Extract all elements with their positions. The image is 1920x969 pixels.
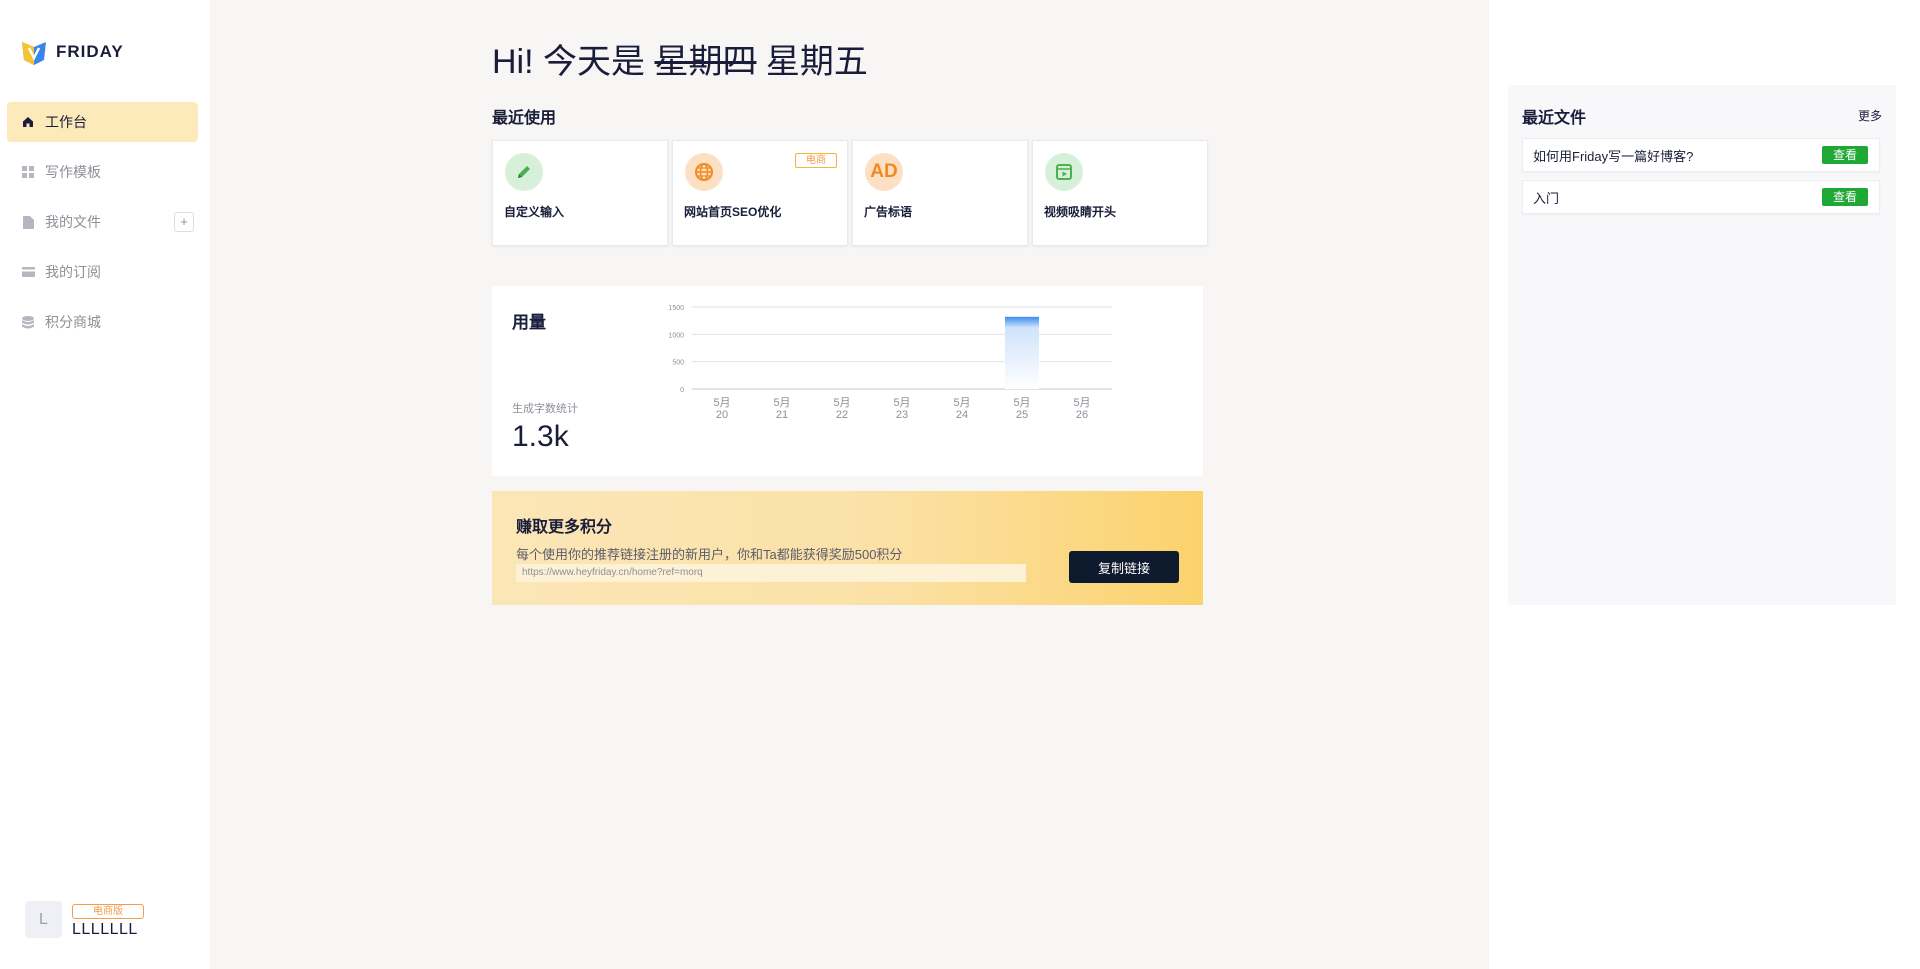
x-tick-label: 5月 — [1073, 397, 1090, 409]
y-tick-label: 500 — [672, 360, 684, 367]
card-label: 自定义输入 — [504, 205, 565, 219]
file-name: 入门 — [1533, 190, 1560, 206]
usage-value: 1.3k — [512, 420, 569, 453]
add-file-button[interactable]: + — [174, 212, 194, 232]
x-tick-label: 5月 — [833, 397, 850, 409]
sidebar-item-workbench[interactable]: 工作台 — [7, 102, 198, 142]
template-card-custom-input[interactable]: 自定义输入 — [492, 140, 668, 246]
sidebar-item-templates[interactable]: 写作模板 — [7, 152, 198, 192]
sidebar-item-points-store[interactable]: 积分商城 — [7, 302, 198, 342]
logo[interactable]: FRIDAY — [20, 38, 124, 66]
x-tick-label: 5月 — [953, 397, 970, 409]
greeting-prefix: Hi! 今天是 — [492, 43, 655, 81]
card-label: 视频吸睛开头 — [1044, 205, 1117, 219]
card-icon — [21, 265, 35, 279]
x-tick-label: 21 — [776, 409, 788, 421]
template-card-ad-slogan[interactable]: AD 广告标语 — [852, 140, 1028, 246]
x-tick-label: 5月 — [1013, 397, 1030, 409]
greeting-struck-day: 星期四 — [654, 43, 757, 81]
sidebar-item-label: 工作台 — [45, 114, 87, 130]
ecommerce-tag: 电商 — [795, 153, 837, 168]
greeting-today: 星期五 — [756, 43, 868, 81]
file-icon — [21, 215, 35, 229]
card-label: 网站首页SEO优化 — [684, 205, 782, 219]
sidebar-item-subscriptions[interactable]: 我的订阅 — [7, 252, 198, 292]
earn-description: 每个使用你的推荐链接注册的新用户，你和Ta都能获得奖励500积分 — [516, 547, 903, 562]
usage-subtitle: 生成字数统计 — [512, 403, 578, 415]
list-item[interactable]: 如何用Friday写一篇好博客? 查看 — [1522, 138, 1880, 172]
template-card-video-hook[interactable]: 视频吸睛开头 — [1032, 140, 1208, 246]
usage-card: 用量 生成字数统计 1.3k 0 500 1000 1500 5月 20 5月 21 5月 22 5… — [492, 286, 1203, 476]
sidebar-item-files[interactable]: 我的文件 + — [7, 202, 198, 242]
referral-link-field[interactable] — [516, 564, 1026, 582]
sidebar: FRIDAY 工作台 写作模板 我的文件 + 我的订阅 积分商城 L 电商版 L… — [0, 0, 210, 969]
sidebar-item-label: 写作模板 — [45, 164, 101, 180]
sidebar-item-label: 我的订阅 — [45, 264, 101, 280]
x-tick-label: 5月 — [893, 397, 910, 409]
view-file-button[interactable]: 查看 — [1822, 188, 1868, 206]
x-tick-label: 20 — [716, 409, 728, 421]
template-card-seo[interactable]: 电商 网站首页SEO优化 — [672, 140, 848, 246]
y-tick-label: 0 — [680, 387, 684, 394]
grid-icon — [21, 165, 35, 179]
app-name: FRIDAY — [56, 42, 124, 61]
user-name: LLLLLLL — [72, 921, 138, 938]
recent-cards: 自定义输入 电商 网站首页SEO优化 AD 广告标语 视频吸睛开头 — [492, 140, 1208, 246]
home-icon — [21, 115, 35, 129]
friday-logo-icon — [22, 42, 46, 65]
coins-icon — [21, 315, 35, 329]
copy-link-button[interactable]: 复制链接 — [1069, 551, 1179, 583]
x-tick-label: 26 — [1076, 409, 1088, 421]
main-content: Hi! 今天是 星期四 星期五 最近使用 自定义输入 电商 网站首页SEO优化 … — [210, 0, 1489, 969]
list-item[interactable]: 入门 查看 — [1522, 180, 1880, 214]
sidebar-item-label: 我的文件 — [45, 214, 101, 230]
video-icon — [1045, 153, 1083, 191]
x-tick-label: 5月 — [713, 397, 730, 409]
y-tick-label: 1000 — [668, 332, 684, 339]
file-list: 如何用Friday写一篇好博客? 查看 入门 查看 — [1522, 138, 1880, 222]
card-label: 广告标语 — [864, 205, 913, 219]
x-tick-label: 5月 — [773, 397, 790, 409]
x-tick-label: 25 — [1016, 409, 1028, 421]
chart-bar[interactable] — [1005, 316, 1039, 389]
y-tick-label: 1500 — [668, 305, 684, 312]
earn-points-card: 赚取更多积分 每个使用你的推荐链接注册的新用户，你和Ta都能获得奖励500积分 … — [492, 491, 1203, 605]
more-link[interactable]: 更多 — [1858, 107, 1882, 124]
usage-chart: 0500100015005月205月215月225月235月245月255月26 — [668, 305, 1112, 421]
ad-icon-text: AD — [870, 161, 898, 182]
sidebar-item-label: 积分商城 — [45, 314, 101, 330]
recent-used-title: 最近使用 — [492, 110, 557, 127]
ad-icon: AD — [865, 153, 903, 191]
pencil-icon — [505, 153, 543, 191]
usage-title: 用量 — [512, 313, 546, 332]
x-tick-label: 24 — [956, 409, 968, 421]
earn-title: 赚取更多积分 — [516, 519, 613, 536]
x-tick-label: 22 — [836, 409, 848, 421]
x-tick-label: 23 — [896, 409, 908, 421]
recent-files-panel: 最近文件 更多 如何用Friday写一篇好博客? 查看 入门 查看 — [1508, 85, 1896, 605]
plan-badge: 电商版 — [72, 904, 144, 919]
page-title: Hi! 今天是 星期四 星期五 — [492, 34, 868, 83]
user-profile[interactable]: L 电商版 LLLLLLL — [25, 901, 144, 939]
globe-icon — [685, 153, 723, 191]
sidebar-nav: 工作台 写作模板 我的文件 + 我的订阅 积分商城 — [7, 102, 198, 352]
recent-files-title: 最近文件 — [1522, 110, 1587, 127]
avatar: L — [25, 901, 62, 938]
view-file-button[interactable]: 查看 — [1822, 146, 1868, 164]
file-name: 如何用Friday写一篇好博客? — [1533, 148, 1694, 164]
